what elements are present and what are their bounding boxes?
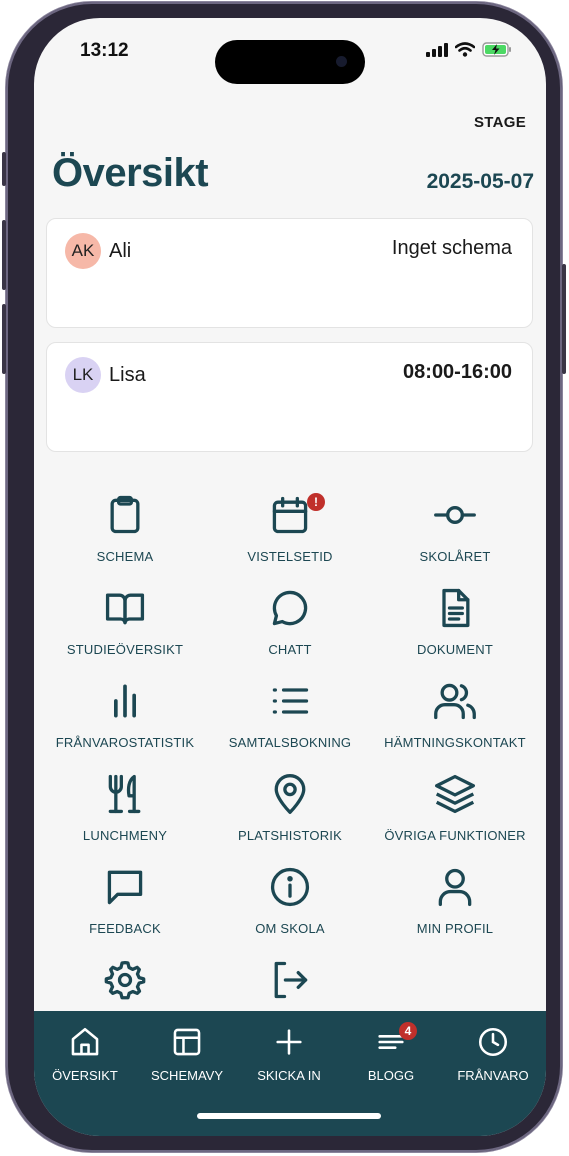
menu-item-min-profil[interactable]: MIN PROFIL bbox=[370, 865, 540, 951]
menu-item-feedback[interactable]: FEEDBACK bbox=[40, 865, 210, 951]
menu-item-om-skola[interactable]: OM SKOLA bbox=[205, 865, 375, 951]
avatar: LK bbox=[65, 357, 101, 393]
volume-down-button bbox=[2, 304, 6, 374]
battery-charging-icon bbox=[482, 42, 511, 57]
menu-item-label: VISTELSETID bbox=[247, 549, 333, 564]
book-icon bbox=[105, 593, 145, 625]
tab-label: SKICKA IN bbox=[257, 1068, 321, 1083]
avatar: AK bbox=[65, 233, 101, 269]
menu-item-label: CHATT bbox=[268, 642, 312, 657]
menu-item-studieoversikt[interactable]: STUDIEÖVERSIKT bbox=[40, 586, 210, 672]
users-icon bbox=[434, 683, 476, 720]
wifi-icon bbox=[455, 42, 475, 57]
list-icon bbox=[272, 688, 309, 714]
alert-badge: ! bbox=[307, 493, 325, 511]
user-icon bbox=[438, 868, 472, 907]
menu-item-label: OM SKOLA bbox=[255, 921, 325, 936]
power-button bbox=[562, 264, 566, 374]
menu-item-hamtningskontakt[interactable]: HÄMTNINGSKONTAKT bbox=[370, 679, 540, 765]
menu-item-label: FEEDBACK bbox=[89, 921, 161, 936]
menu-item-label: DOKUMENT bbox=[417, 642, 493, 657]
menu-item-label: SKOLÅRET bbox=[419, 549, 491, 564]
document-icon bbox=[442, 588, 470, 628]
menu-item-label: PLATSHISTORIK bbox=[238, 828, 342, 843]
menu-item-skolaret[interactable]: SKOLÅRET bbox=[370, 493, 540, 579]
camera bbox=[336, 56, 347, 67]
tab-label: BLOGG bbox=[367, 1068, 415, 1083]
child-card-lisa[interactable]: LK Lisa 08:00-16:00 bbox=[46, 342, 533, 452]
menu-item-label: SCHEMA bbox=[96, 549, 154, 564]
menu-item-franvarostatistik[interactable]: FRÅNVAROSTATISTIK bbox=[40, 679, 210, 765]
menu-item-label: HÄMTNINGSKONTAKT bbox=[384, 735, 526, 750]
menu-item-label: STUDIEÖVERSIKT bbox=[66, 642, 184, 657]
layout-icon bbox=[173, 1028, 201, 1056]
info-icon bbox=[270, 867, 310, 907]
clock-icon bbox=[478, 1027, 508, 1057]
volume-up-button bbox=[2, 220, 6, 290]
home-indicator[interactable] bbox=[197, 1113, 381, 1119]
bottom-tab-bar: ÖVERSIKT SCHEMAVY SKICKA IN 4 BLOGG FRÅN… bbox=[34, 1011, 546, 1136]
menu-item-vistelsetid[interactable]: ! VISTELSETID bbox=[205, 493, 375, 579]
home-icon bbox=[71, 1027, 99, 1056]
tab-oversikt[interactable]: ÖVERSIKT bbox=[34, 1025, 136, 1095]
clipboard-icon bbox=[110, 495, 140, 534]
environment-label: STAGE bbox=[473, 114, 526, 131]
screen: 13:12 STAGE Översikt 2025-05-07 AK Ali I… bbox=[34, 18, 546, 1136]
mute-switch bbox=[2, 152, 6, 186]
child-name: Lisa bbox=[109, 364, 146, 386]
layers-icon bbox=[435, 774, 475, 814]
gear-icon bbox=[104, 960, 146, 1000]
child-schedule: 08:00-16:00 bbox=[403, 361, 512, 383]
cutlery-icon bbox=[108, 774, 141, 814]
plus-icon bbox=[276, 1029, 302, 1055]
phone-frame: 13:12 STAGE Översikt 2025-05-07 AK Ali I… bbox=[2, 2, 566, 1152]
tab-skicka-in[interactable]: SKICKA IN bbox=[238, 1025, 340, 1095]
child-card-ali[interactable]: AK Ali Inget schema bbox=[46, 218, 533, 328]
blog-count-badge: 4 bbox=[399, 1022, 417, 1040]
menu-item-dokument[interactable]: DOKUMENT bbox=[370, 586, 540, 672]
message-square-icon bbox=[107, 870, 143, 905]
chat-bubble-icon bbox=[272, 590, 308, 626]
tab-label: FRÅNVARO bbox=[457, 1068, 529, 1083]
child-name: Ali bbox=[109, 240, 132, 262]
menu-item-lunchmeny[interactable]: LUNCHMENY bbox=[40, 772, 210, 858]
menu-item-label: FRÅNVAROSTATISTIK bbox=[55, 735, 195, 750]
current-date: 2025-05-07 bbox=[426, 170, 534, 193]
status-icons bbox=[426, 42, 512, 57]
menu-item-label: MIN PROFIL bbox=[416, 921, 494, 936]
tab-franvaro[interactable]: FRÅNVARO bbox=[442, 1025, 544, 1095]
menu-item-label: LUNCHMENY bbox=[82, 828, 168, 843]
child-schedule: Inget schema bbox=[391, 237, 512, 259]
bar-chart-icon bbox=[114, 684, 136, 718]
menu-item-chatt[interactable]: CHATT bbox=[205, 586, 375, 672]
menu-item-ovriga-funktioner[interactable]: ÖVRIGA FUNKTIONER bbox=[370, 772, 540, 858]
calendar-icon bbox=[272, 496, 308, 534]
logout-icon bbox=[274, 961, 308, 999]
page-title: Översikt bbox=[52, 151, 209, 195]
status-time: 13:12 bbox=[80, 40, 129, 61]
map-pin-icon bbox=[274, 774, 306, 814]
tab-label: SCHEMAVY bbox=[151, 1068, 223, 1083]
timeline-icon bbox=[434, 506, 476, 524]
menu-item-platshistorik[interactable]: PLATSHISTORIK bbox=[205, 772, 375, 858]
menu-item-schema[interactable]: SCHEMA bbox=[40, 493, 210, 579]
menu-item-samtalsbokning[interactable]: SAMTALSBOKNING bbox=[205, 679, 375, 765]
menu-item-label: ÖVRIGA FUNKTIONER bbox=[384, 828, 526, 843]
menu-item-label: SAMTALSBOKNING bbox=[228, 735, 352, 750]
signal-icon bbox=[426, 42, 448, 57]
tab-blogg[interactable]: 4 BLOGG bbox=[340, 1022, 442, 1095]
tab-label: ÖVERSIKT bbox=[52, 1068, 118, 1083]
dynamic-island bbox=[215, 40, 365, 84]
tab-schemavy[interactable]: SCHEMAVY bbox=[136, 1025, 238, 1095]
